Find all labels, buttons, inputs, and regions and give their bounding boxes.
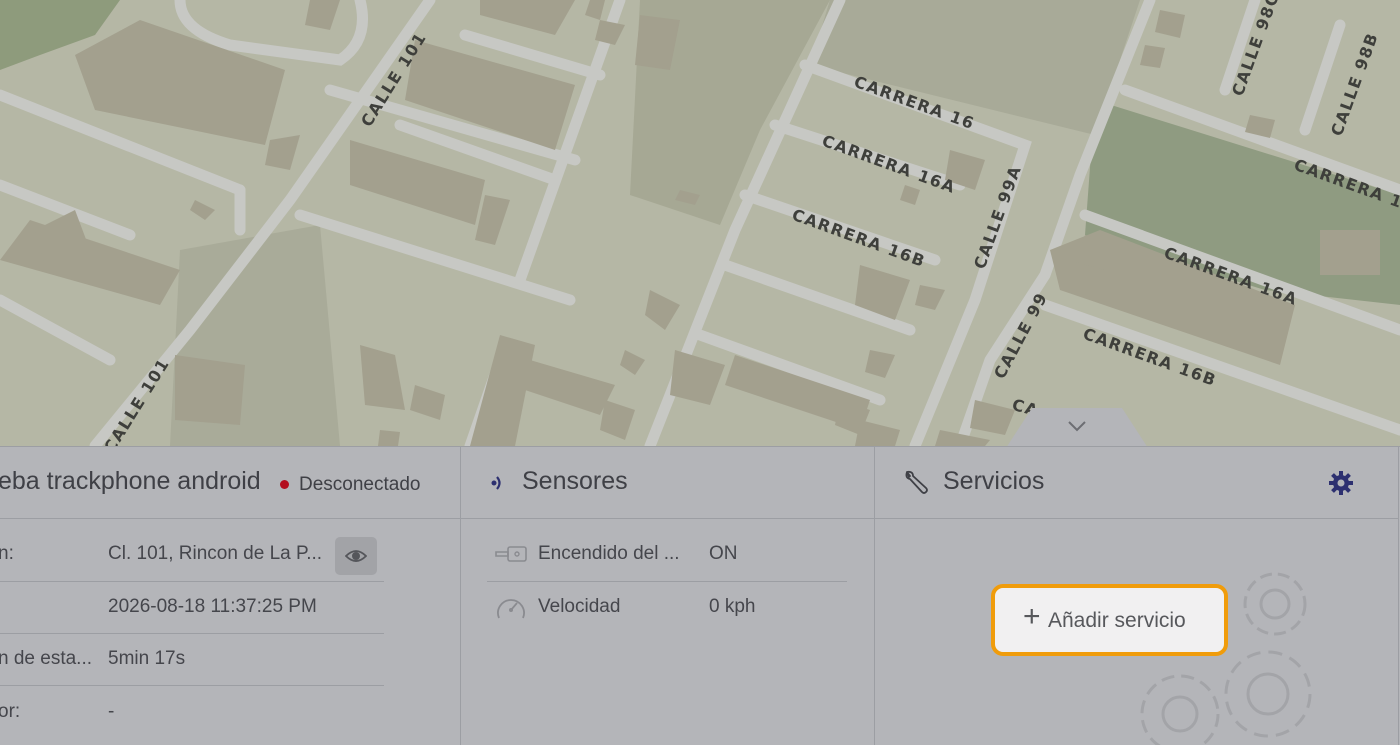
services-header: Servicios (875, 447, 1398, 519)
details-panel: eba trackphone android Desconectado n: C… (0, 446, 1400, 745)
info-value: Cl. 101, Rincon de La P... (108, 543, 323, 564)
device-status: Desconectado (299, 474, 421, 495)
info-value: 2026-08-18 11:37:25 PM (108, 596, 317, 617)
collapse-panel-tab[interactable] (1006, 408, 1148, 448)
sensors-title: Sensores (522, 467, 628, 495)
wrench-icon (905, 470, 928, 494)
device-info-column: eba trackphone android Desconectado n: C… (0, 447, 461, 745)
sensor-signal-icon (491, 476, 501, 490)
sensor-label: Velocidad (538, 596, 621, 617)
sensor-value: ON (709, 543, 738, 564)
info-row-other: or: - (0, 687, 461, 739)
map-view[interactable]: CALLE 101 CALLE 101 CARRERA 16 CARRERA 1… (0, 0, 1400, 446)
info-row-time: 2026-08-18 11:37:25 PM (0, 582, 461, 634)
sensor-value: 0 kph (709, 596, 756, 617)
info-row-address: n: Cl. 101, Rincon de La P... (0, 529, 461, 581)
info-value: - (108, 701, 115, 722)
row-divider (0, 685, 384, 686)
speedometer-icon (497, 599, 525, 619)
info-label: n: (0, 543, 14, 564)
add-service-button[interactable]: + Añadir servicio (991, 584, 1228, 656)
services-title: Servicios (943, 467, 1045, 495)
sensor-row: Encendido del ... ON (460, 529, 875, 581)
ignition-key-icon (495, 546, 527, 562)
info-value: 5min 17s (108, 648, 186, 669)
services-column: Servicios + Añadir servicio (875, 447, 1399, 745)
info-label: n de esta... (0, 648, 93, 669)
device-name: eba trackphone android (0, 467, 261, 495)
info-row-duration: n de esta... 5min 17s (0, 634, 461, 686)
info-label: or: (0, 701, 21, 722)
sensors-column: Sensores Encendido del ... ON Velocidad … (460, 447, 875, 745)
eye-icon (345, 550, 367, 562)
show-address-button[interactable] (335, 537, 377, 575)
device-header: eba trackphone android Desconectado (0, 447, 460, 519)
add-service-label: Añadir servicio (1048, 609, 1186, 632)
sensor-label: Encendido del ... (538, 543, 680, 564)
gear-icon[interactable] (1327, 469, 1355, 497)
sensors-header: Sensores (460, 447, 874, 519)
sensor-row: Velocidad 0 kph (460, 582, 875, 634)
status-dot-icon (280, 480, 289, 489)
plus-icon: + (1023, 600, 1041, 633)
